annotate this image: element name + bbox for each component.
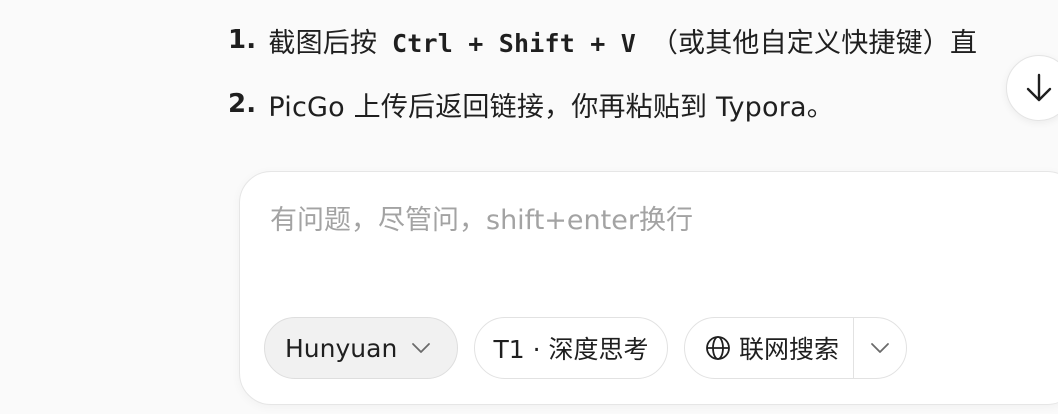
message-input[interactable]: [270, 196, 1030, 244]
web-search-options-button[interactable]: [854, 318, 906, 378]
list-item: 1. 截图后按 Ctrl + Shift + V （或其他自定义快捷键）直: [228, 18, 977, 62]
instruction-list: 1. 截图后按 Ctrl + Shift + V （或其他自定义快捷键）直 2.…: [228, 18, 977, 146]
model-selector-button[interactable]: Hunyuan: [264, 317, 458, 379]
chevron-down-icon: [411, 342, 431, 354]
web-search-control: 联网搜索: [684, 317, 908, 379]
step-text: 截图后按 Ctrl + Shift + V （或其他自定义快捷键）直: [268, 21, 977, 60]
scroll-to-bottom-button[interactable]: [1006, 55, 1058, 121]
list-item: 2. PicGo 上传后返回链接，你再粘贴到 Typora。: [228, 82, 977, 126]
globe-icon: [705, 335, 731, 361]
step-number: 2.: [228, 89, 257, 119]
step-text: PicGo 上传后返回链接，你再粘贴到 Typora。: [268, 91, 834, 123]
model-selector-label: Hunyuan: [285, 333, 398, 363]
chevron-down-icon: [870, 342, 890, 354]
deep-think-toggle[interactable]: T1 · 深度思考: [474, 317, 668, 379]
keyboard-shortcut: Ctrl + Shift + V: [391, 28, 637, 58]
deep-think-label: T1 · 深度思考: [493, 335, 649, 364]
message-composer: Hunyuan T1 · 深度思考: [239, 171, 1058, 405]
step-number: 1.: [228, 25, 257, 55]
composer-toolbar: Hunyuan T1 · 深度思考 联网搜索: [264, 317, 908, 379]
step-text-prefix: 截图后按: [268, 27, 378, 59]
arrow-down-icon: [1025, 72, 1053, 104]
chat-window: 1. 截图后按 Ctrl + Shift + V （或其他自定义快捷键）直 2.…: [0, 0, 1058, 414]
web-search-label: 联网搜索: [739, 335, 840, 364]
step-text-suffix: （或其他自定义快捷键）直: [650, 27, 978, 59]
web-search-toggle[interactable]: 联网搜索: [685, 318, 853, 378]
